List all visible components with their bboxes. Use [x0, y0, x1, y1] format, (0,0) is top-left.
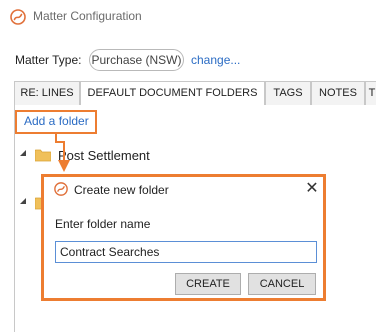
dialog-title-bar: Create new folder ✕ — [44, 177, 323, 201]
app-logo-icon — [54, 182, 68, 196]
tab-notes[interactable]: NOTES — [311, 81, 365, 105]
matter-type-value: Purchase (NSW) — [89, 49, 184, 71]
dialog-title: Create new folder — [74, 183, 169, 197]
tree-item-label: Post Settlement — [58, 148, 150, 163]
expand-toggle-icon[interactable] — [20, 198, 26, 204]
change-matter-type-link[interactable]: change... — [191, 53, 240, 67]
cancel-button[interactable]: CANCEL — [248, 273, 316, 295]
create-button[interactable]: CREATE — [175, 273, 241, 295]
window-title-bar: Matter Configuration — [0, 0, 376, 34]
expand-toggle-icon[interactable] — [20, 150, 26, 156]
create-folder-dialog: Create new folder ✕ Enter folder name CR… — [41, 174, 326, 301]
app-logo-icon — [10, 9, 26, 25]
folder-icon — [34, 149, 52, 162]
folder-name-label: Enter folder name — [55, 217, 151, 231]
tab-re-lines[interactable]: RE: LINES — [14, 81, 80, 105]
add-folder-highlight — [15, 110, 97, 134]
tab-default-document-folders[interactable]: DEFAULT DOCUMENT FOLDERS — [80, 81, 265, 106]
close-icon[interactable]: ✕ — [303, 180, 321, 198]
tab-bar: RE: LINES DEFAULT DOCUMENT FOLDERS TAGS … — [14, 81, 376, 106]
tab-truncated[interactable]: T — [365, 81, 376, 105]
tree-item-collapsed[interactable] — [20, 196, 52, 212]
folder-name-input[interactable] — [55, 241, 317, 263]
window-title: Matter Configuration — [33, 9, 142, 23]
matter-type-label: Matter Type: — [15, 53, 82, 67]
tab-tags[interactable]: TAGS — [265, 81, 311, 105]
tree-item-post-settlement[interactable]: Post Settlement — [20, 148, 220, 164]
